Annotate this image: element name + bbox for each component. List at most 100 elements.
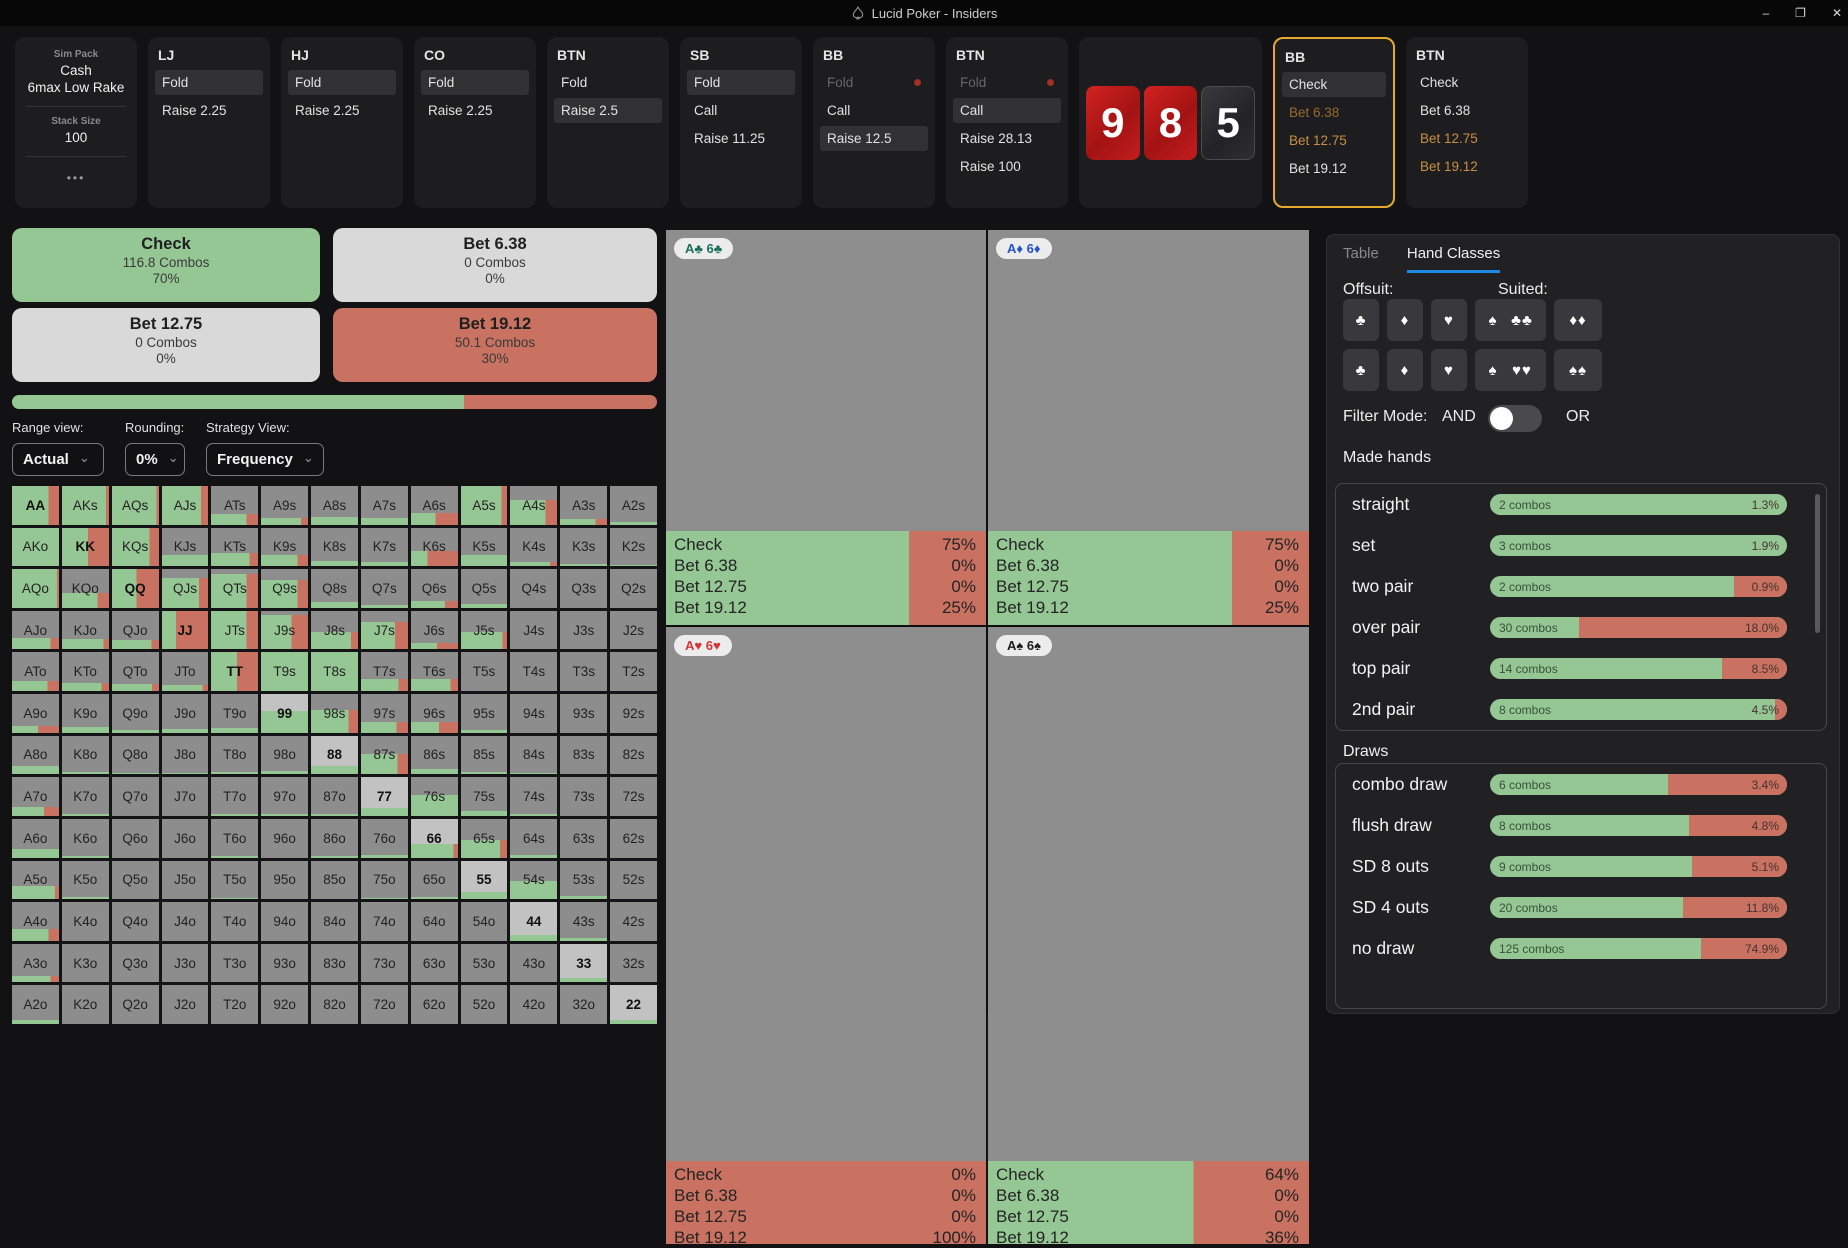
matrix-cell-J2s[interactable]: J2s (610, 611, 657, 650)
action-option[interactable]: Fold (953, 70, 1061, 95)
matrix-cell-J9s[interactable]: J9s (261, 611, 308, 650)
hand-class-row-no-draw[interactable]: no draw125 combos74.9% (1336, 928, 1826, 969)
action-option[interactable]: Raise 28.13 (953, 126, 1061, 151)
matrix-cell-87o[interactable]: 87o (311, 777, 358, 816)
matrix-cell-Q9o[interactable]: Q9o (112, 694, 159, 733)
action-option[interactable]: Raise 2.25 (155, 98, 263, 123)
matrix-cell-J3o[interactable]: J3o (162, 944, 209, 983)
matrix-cell-66[interactable]: 66 (411, 819, 458, 858)
matrix-cell-64s[interactable]: 64s (510, 819, 557, 858)
matrix-cell-JJ[interactable]: JJ (162, 611, 209, 650)
matrix-cell-J2o[interactable]: J2o (162, 985, 209, 1024)
matrix-cell-42o[interactable]: 42o (510, 985, 557, 1024)
matrix-cell-A7s[interactable]: A7s (361, 486, 408, 525)
matrix-cell-K4o[interactable]: K4o (62, 902, 109, 941)
matrix-cell-Q7o[interactable]: Q7o (112, 777, 159, 816)
matrix-cell-T2o[interactable]: T2o (211, 985, 258, 1024)
matrix-cell-Q9s[interactable]: Q9s (261, 569, 308, 608)
hand-class-row-two-pair[interactable]: two pair2 combos0.9% (1336, 566, 1826, 607)
matrix-cell-K6o[interactable]: K6o (62, 819, 109, 858)
matrix-cell-92o[interactable]: 92o (261, 985, 308, 1024)
matrix-cell-86s[interactable]: 86s (411, 736, 458, 775)
matrix-cell-77[interactable]: 77 (361, 777, 408, 816)
matrix-cell-KTo[interactable]: KTo (62, 652, 109, 691)
tab-table[interactable]: Table (1343, 245, 1379, 273)
matrix-cell-94o[interactable]: 94o (261, 902, 308, 941)
matrix-cell-J7s[interactable]: J7s (361, 611, 408, 650)
close-button[interactable]: ✕ (1832, 6, 1842, 20)
summary-box-bet-12-75[interactable]: Bet 12.750 Combos0% (12, 308, 320, 382)
matrix-cell-T4o[interactable]: T4o (211, 902, 258, 941)
matrix-cell-J3s[interactable]: J3s (560, 611, 607, 650)
action-option[interactable]: Bet 19.12 (1282, 156, 1386, 181)
matrix-cell-T7o[interactable]: T7o (211, 777, 258, 816)
matrix-cell-T4s[interactable]: T4s (510, 652, 557, 691)
matrix-cell-52s[interactable]: 52s (610, 861, 657, 900)
matrix-cell-55[interactable]: 55 (461, 861, 508, 900)
scrollbar-thumb[interactable] (1815, 494, 1820, 633)
summary-box-bet-6-38[interactable]: Bet 6.380 Combos0% (333, 228, 657, 302)
matrix-cell-K4s[interactable]: K4s (510, 528, 557, 567)
matrix-cell-J7o[interactable]: J7o (162, 777, 209, 816)
matrix-cell-Q8o[interactable]: Q8o (112, 736, 159, 775)
matrix-cell-A6s[interactable]: A6s (411, 486, 458, 525)
matrix-cell-43s[interactable]: 43s (560, 902, 607, 941)
matrix-cell-44[interactable]: 44 (510, 902, 557, 941)
action-option[interactable]: Fold (155, 70, 263, 95)
matrix-cell-Q7s[interactable]: Q7s (361, 569, 408, 608)
action-option[interactable]: Bet 6.38 (1413, 98, 1521, 123)
combo-quadrant-spades[interactable]: A♠ 6♠Check64%Bet 6.380%Bet 12.750%Bet 19… (988, 627, 1309, 1244)
matrix-cell-52o[interactable]: 52o (461, 985, 508, 1024)
action-option[interactable]: Call (820, 98, 928, 123)
matrix-cell-A8s[interactable]: A8s (311, 486, 358, 525)
matrix-cell-95o[interactable]: 95o (261, 861, 308, 900)
matrix-cell-T8o[interactable]: T8o (211, 736, 258, 775)
matrix-cell-54s[interactable]: 54s (510, 861, 557, 900)
matrix-cell-96o[interactable]: 96o (261, 819, 308, 858)
action-option[interactable]: Call (953, 98, 1061, 123)
matrix-cell-63s[interactable]: 63s (560, 819, 607, 858)
action-option[interactable]: Raise 2.25 (288, 98, 396, 123)
offsuit-filter-button[interactable]: ♥ (1431, 349, 1467, 391)
action-option[interactable]: Fold (820, 70, 928, 95)
matrix-cell-T8s[interactable]: T8s (311, 652, 358, 691)
matrix-cell-A3s[interactable]: A3s (560, 486, 607, 525)
matrix-cell-93o[interactable]: 93o (261, 944, 308, 983)
matrix-cell-T3o[interactable]: T3o (211, 944, 258, 983)
combo-quadrant-diamonds[interactable]: A♦ 6♦Check75%Bet 6.380%Bet 12.750%Bet 19… (988, 230, 1309, 625)
matrix-cell-93s[interactable]: 93s (560, 694, 607, 733)
matrix-cell-Q5o[interactable]: Q5o (112, 861, 159, 900)
matrix-cell-A5s[interactable]: A5s (461, 486, 508, 525)
matrix-cell-A9o[interactable]: A9o (12, 694, 59, 733)
hand-class-row-top-pair[interactable]: top pair14 combos8.5% (1336, 648, 1826, 689)
matrix-cell-74s[interactable]: 74s (510, 777, 557, 816)
action-option[interactable]: Bet 19.12 (1413, 154, 1521, 179)
matrix-cell-54o[interactable]: 54o (461, 902, 508, 941)
matrix-cell-K9o[interactable]: K9o (62, 694, 109, 733)
matrix-cell-A4s[interactable]: A4s (510, 486, 557, 525)
matrix-cell-Q2o[interactable]: Q2o (112, 985, 159, 1024)
matrix-cell-TT[interactable]: TT (211, 652, 258, 691)
action-option[interactable]: Raise 12.5 (820, 126, 928, 151)
matrix-cell-JTs[interactable]: JTs (211, 611, 258, 650)
matrix-cell-J5o[interactable]: J5o (162, 861, 209, 900)
matrix-cell-82o[interactable]: 82o (311, 985, 358, 1024)
action-option[interactable]: Raise 100 (953, 154, 1061, 179)
matrix-cell-53o[interactable]: 53o (461, 944, 508, 983)
matrix-cell-T6s[interactable]: T6s (411, 652, 458, 691)
matrix-cell-K2o[interactable]: K2o (62, 985, 109, 1024)
matrix-cell-AKs[interactable]: AKs (62, 486, 109, 525)
matrix-cell-T6o[interactable]: T6o (211, 819, 258, 858)
filter-mode-toggle[interactable] (1488, 405, 1542, 432)
range-view-dropdown[interactable]: Actual ⌄ (12, 443, 104, 476)
offsuit-filter-button[interactable]: ♣ (1343, 349, 1379, 391)
matrix-cell-62s[interactable]: 62s (610, 819, 657, 858)
matrix-cell-43o[interactable]: 43o (510, 944, 557, 983)
matrix-cell-J4o[interactable]: J4o (162, 902, 209, 941)
matrix-cell-75s[interactable]: 75s (461, 777, 508, 816)
matrix-cell-K3s[interactable]: K3s (560, 528, 607, 567)
matrix-cell-76s[interactable]: 76s (411, 777, 458, 816)
matrix-cell-97o[interactable]: 97o (261, 777, 308, 816)
tab-hand-classes[interactable]: Hand Classes (1407, 245, 1500, 273)
matrix-cell-32s[interactable]: 32s (610, 944, 657, 983)
